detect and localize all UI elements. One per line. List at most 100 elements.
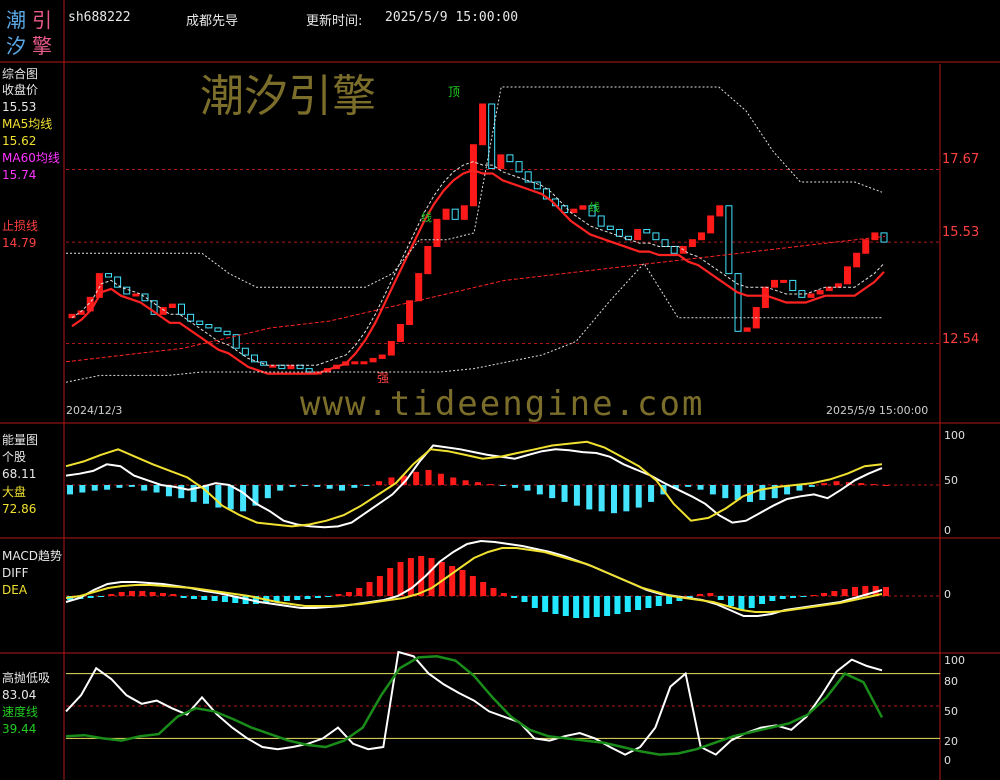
candle-82 bbox=[816, 290, 824, 295]
candle-74 bbox=[743, 327, 751, 332]
candle-49 bbox=[515, 161, 523, 173]
candle-77 bbox=[771, 279, 779, 288]
candle-69 bbox=[698, 232, 706, 241]
candle-73 bbox=[734, 273, 742, 332]
energy-bar-4 bbox=[116, 485, 123, 488]
candle-37 bbox=[406, 300, 414, 326]
candle-81 bbox=[807, 293, 815, 298]
macd-bar-47 bbox=[552, 596, 559, 614]
candle-26 bbox=[305, 368, 313, 373]
macd-bar-40 bbox=[480, 582, 487, 596]
candle-84 bbox=[834, 283, 842, 288]
macd-bar-11 bbox=[180, 596, 187, 598]
macd-bar-63 bbox=[717, 596, 724, 600]
osc-value-line bbox=[65, 650, 883, 756]
energy-bar-39 bbox=[549, 485, 556, 499]
candle-51 bbox=[533, 181, 541, 190]
candle-17 bbox=[223, 330, 231, 336]
macd-bar-79 bbox=[883, 587, 889, 596]
close-value: 15.53 bbox=[2, 100, 37, 114]
energy-stock-label: 个股 bbox=[2, 450, 27, 464]
candle-45 bbox=[479, 103, 487, 146]
macd-bar-38 bbox=[459, 570, 466, 596]
watermark-url: www.tideengine.com bbox=[300, 384, 705, 424]
energy-bar-34 bbox=[487, 484, 494, 486]
logo-char-4: 擎 bbox=[32, 34, 52, 58]
macd-bar-64 bbox=[728, 596, 735, 606]
macd-bar-67 bbox=[759, 596, 766, 604]
candle-63 bbox=[643, 229, 651, 234]
candle-47 bbox=[497, 154, 505, 169]
candle-34 bbox=[378, 354, 386, 359]
macd-panel bbox=[65, 539, 889, 618]
energy-bar-56 bbox=[759, 485, 766, 501]
candle-19 bbox=[241, 347, 249, 356]
marker-mid-1: 线 bbox=[421, 211, 432, 224]
energy-bar-50 bbox=[685, 485, 692, 487]
energy-bar-13 bbox=[227, 485, 234, 510]
marker-top: 顶 bbox=[448, 85, 461, 99]
diff-label: DIFF bbox=[2, 566, 29, 580]
energy-bar-5 bbox=[128, 485, 135, 487]
macd-bar-46 bbox=[542, 596, 549, 612]
macd-bar-68 bbox=[769, 596, 776, 601]
energy-bar-2 bbox=[91, 485, 98, 491]
energy-bar-40 bbox=[561, 485, 568, 502]
energy-tick-0: 0 bbox=[944, 524, 951, 537]
energy-bar-23 bbox=[351, 485, 358, 488]
energy-bar-14 bbox=[240, 485, 247, 512]
macd-bar-71 bbox=[800, 596, 807, 597]
marker-mid-2: 线 bbox=[589, 201, 600, 214]
energy-bar-25 bbox=[376, 481, 383, 485]
macd-bar-61 bbox=[697, 594, 704, 596]
macd-bar-62 bbox=[707, 593, 714, 596]
energy-bar-3 bbox=[104, 485, 111, 490]
candle-35 bbox=[387, 340, 395, 356]
candle-11 bbox=[168, 303, 176, 309]
energy-market-label: 大盘 bbox=[2, 485, 27, 499]
macd-bar-30 bbox=[376, 576, 383, 596]
macd-bar-73 bbox=[821, 593, 828, 596]
macd-bar-55 bbox=[635, 596, 642, 610]
candle-33 bbox=[369, 357, 377, 363]
candle-60 bbox=[615, 229, 623, 237]
macd-bar-54 bbox=[624, 596, 631, 612]
candle-24 bbox=[287, 364, 295, 370]
osc-tick-100: 100 bbox=[944, 654, 965, 667]
energy-bar-16 bbox=[264, 485, 271, 499]
macd-bar-3 bbox=[97, 596, 104, 597]
macd-bar-9 bbox=[159, 593, 166, 596]
candle-56 bbox=[579, 205, 587, 210]
macd-bar-15 bbox=[221, 596, 228, 602]
macd-panel-title: MACD趋势 bbox=[2, 549, 62, 563]
candle-88 bbox=[871, 232, 879, 241]
candle-89 bbox=[880, 232, 888, 243]
macd-bar-25 bbox=[325, 596, 332, 597]
macd-bar-69 bbox=[779, 596, 786, 599]
macd-bar-12 bbox=[190, 596, 197, 599]
macd-bar-23 bbox=[304, 596, 311, 599]
macd-bar-70 bbox=[790, 596, 797, 598]
candle-48 bbox=[506, 154, 514, 163]
brand-logo: 潮 引 汐 擎 bbox=[4, 2, 60, 58]
candle-13 bbox=[187, 313, 195, 322]
energy-tick-100: 100 bbox=[944, 429, 965, 442]
macd-bar-39 bbox=[469, 576, 476, 596]
macd-bar-27 bbox=[345, 592, 352, 596]
candle-71 bbox=[716, 205, 724, 217]
candle-66 bbox=[670, 245, 678, 254]
speed-line bbox=[65, 655, 884, 756]
energy-stock-value: 68.11 bbox=[2, 467, 37, 481]
ma5-label: MA5均线 bbox=[2, 117, 53, 131]
macd-bar-58 bbox=[666, 596, 673, 604]
candle-5 bbox=[114, 276, 122, 288]
energy-bar-33 bbox=[475, 482, 481, 485]
macd-bar-53 bbox=[614, 596, 621, 614]
macd-bar-26 bbox=[335, 594, 342, 596]
energy-bar-59 bbox=[796, 485, 803, 491]
energy-bar-46 bbox=[635, 485, 642, 508]
stock-code: sh688222 bbox=[68, 10, 131, 25]
energy-bar-45 bbox=[623, 485, 630, 512]
energy-bar-19 bbox=[301, 485, 308, 486]
energy-bar-64 bbox=[858, 483, 865, 485]
